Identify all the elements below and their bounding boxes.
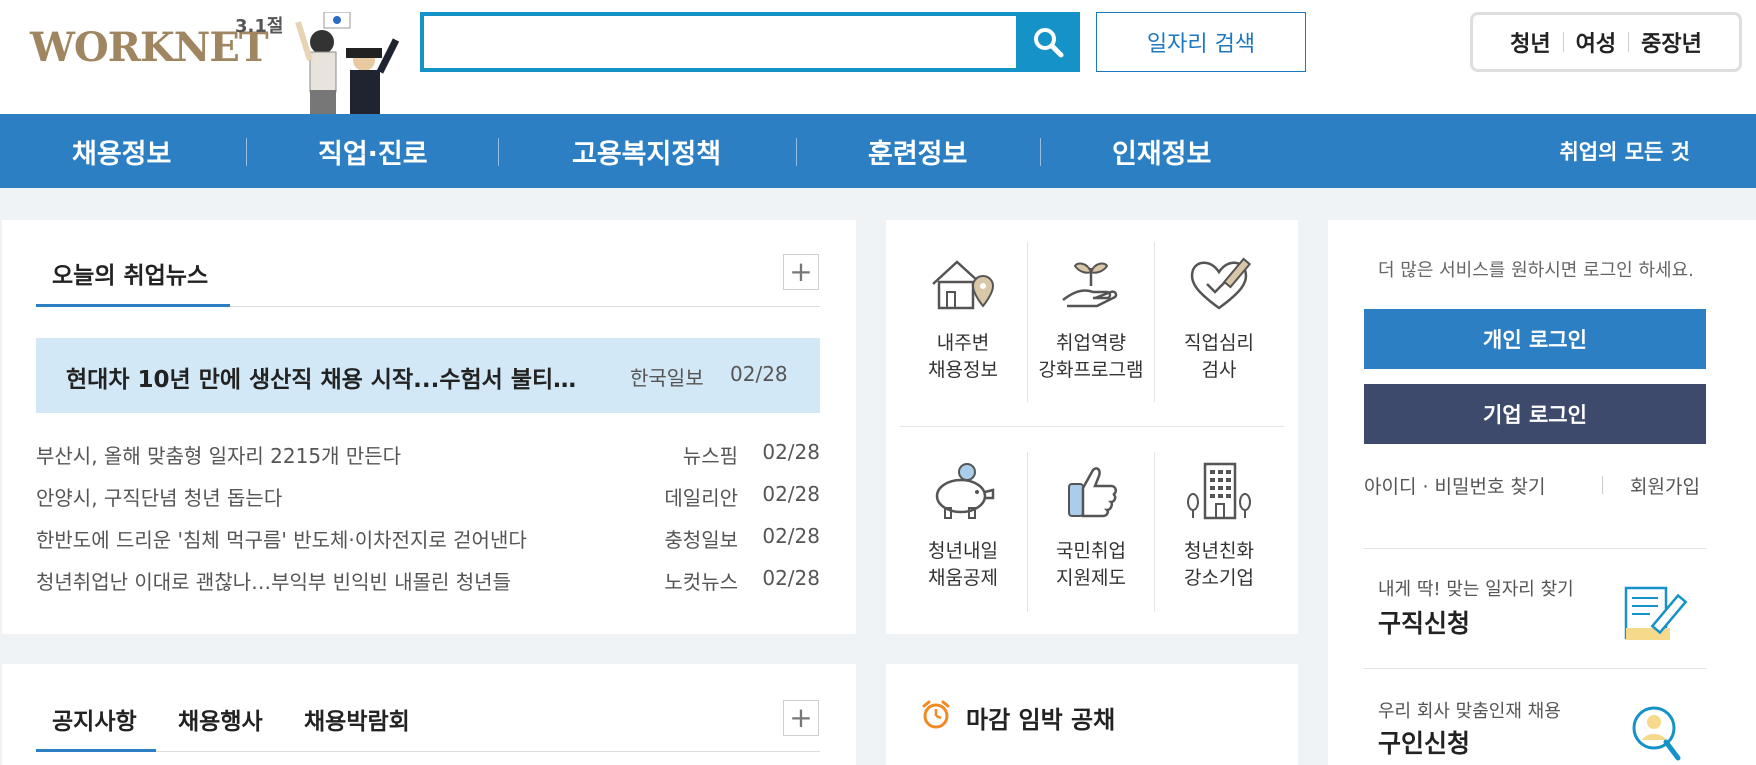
news-item[interactable]: 청년취업난 이대로 괜찮나…부익부 빈익빈 내몰린 청년들 노컷뉴스 02/28 [36, 566, 820, 596]
news-title[interactable]: 오늘의 취업뉴스 [52, 256, 208, 290]
search-icon [1034, 28, 1064, 58]
service-label: 청년내일 [928, 540, 998, 562]
job-seek-title[interactable]: 구직신청 [1378, 604, 1470, 640]
service-label: 검사 [1201, 359, 1237, 381]
job-offer-subtitle: 우리 회사 맞춤인재 채용 [1378, 701, 1561, 722]
divider [900, 426, 1284, 427]
target-group-selector: 청년 여성 중장년 [1470, 12, 1742, 72]
service-label: 강소기업 [1184, 567, 1254, 589]
resume-pen-icon [1624, 586, 1688, 640]
news-item-title: 부산시, 올해 맞춤형 일자리 2215개 만든다 [36, 444, 402, 468]
news-more-button[interactable]: + [783, 254, 819, 290]
nav-item-recruit[interactable]: 채용정보 [72, 114, 171, 188]
news-item-source: 뉴스핌 [682, 444, 738, 468]
news-item-title: 한반도에 드리운 '침체 먹구름' 반도체·이차전지로 걷어낸다 [36, 528, 527, 552]
news-item-source: 노컷뉴스 [664, 570, 738, 594]
login-hint: 더 많은 서비스를 원하시면 로그인 하세요. [1378, 260, 1694, 281]
house-location-icon [932, 260, 995, 310]
piggy-bank-icon [935, 463, 995, 519]
news-item-title: 청년취업난 이대로 괜찮나…부익부 빈익빈 내몰린 청년들 [36, 570, 511, 594]
divider [1364, 668, 1706, 669]
alarm-clock-icon [922, 700, 950, 729]
service-youth-savings[interactable]: 청년내일채움공제 [900, 458, 1026, 592]
search-button[interactable] [1016, 12, 1080, 72]
service-label: 채용정보 [928, 359, 998, 381]
company-login-button[interactable]: 기업 로그인 [1364, 384, 1706, 444]
service-label: 지원제도 [1056, 567, 1126, 589]
nav-all-menu[interactable]: 취업의 모든 것 [1559, 114, 1690, 188]
divider [1602, 476, 1603, 494]
divider [796, 138, 797, 166]
job-search-button[interactable]: 일자리 검색 [1096, 12, 1306, 72]
featured-news-source: 한국일보 [630, 366, 704, 390]
sprout-hand-icon [1062, 262, 1118, 308]
featured-news[interactable]: 현대차 10년 만에 생산직 채용 시작...수험서 불티… 한국일보 02/2… [36, 338, 820, 413]
news-item-date: 02/28 [762, 566, 820, 590]
divider [1040, 138, 1041, 166]
target-youth[interactable]: 청년 [1498, 26, 1562, 58]
notice-more-button[interactable]: + [783, 700, 819, 736]
tab-active-underline [36, 304, 230, 307]
news-item-date: 02/28 [762, 482, 820, 506]
header: WORKNET 3.1절 일자리 검색 청년 여성 중장년 [0, 0, 1756, 114]
thumbs-up-icon [1068, 467, 1117, 518]
nav-item-talent[interactable]: 인재정보 [1112, 114, 1211, 188]
news-item[interactable]: 안양시, 구직단념 청년 돕는다 데일리안 02/28 [36, 482, 820, 512]
building-icon [1187, 462, 1251, 520]
logo-subtitle: 3.1절 [235, 16, 284, 37]
service-youth-friendly-company[interactable]: 청년친화강소기업 [1156, 458, 1282, 592]
news-item[interactable]: 한반도에 드리운 '침체 먹구름' 반도체·이차전지로 걷어낸다 충청일보 02… [36, 524, 820, 554]
heart-pen-icon [1190, 257, 1252, 310]
service-psych-test[interactable]: 직업심리검사 [1156, 250, 1282, 384]
news-item-date: 02/28 [762, 524, 820, 548]
personal-login-button[interactable]: 개인 로그인 [1364, 309, 1706, 369]
divider [1154, 452, 1155, 612]
target-middle-aged[interactable]: 중장년 [1629, 26, 1714, 58]
divider [498, 138, 499, 166]
nav-item-career[interactable]: 직업·진로 [318, 114, 428, 188]
search-input[interactable] [424, 16, 1020, 68]
featured-news-date: 02/28 [730, 362, 788, 386]
worknet-logo[interactable]: WORKNET 3.1절 [30, 12, 430, 114]
search-box [420, 12, 1080, 72]
job-seek-subtitle: 내게 딱! 맞는 일자리 찾기 [1378, 579, 1574, 600]
logo-text: WORKNET [30, 24, 269, 71]
divider [1364, 548, 1706, 549]
target-women[interactable]: 여성 [1564, 26, 1628, 58]
service-label: 청년친화 [1184, 540, 1254, 562]
news-item-source: 데일리안 [664, 486, 738, 510]
independence-figures-icon [295, 12, 400, 114]
service-national-employment[interactable]: 국민취업지원제도 [1028, 458, 1154, 592]
find-id-password-link[interactable]: 아이디 · 비밀번호 찾기 [1364, 472, 1545, 499]
job-offer-title[interactable]: 구인신청 [1378, 724, 1470, 760]
service-competency-program[interactable]: 취업역량강화프로그램 [1028, 250, 1154, 384]
service-label: 직업심리 [1184, 332, 1254, 354]
tab-notice[interactable]: 공지사항 [52, 702, 137, 736]
service-label: 강화프로그램 [1038, 359, 1144, 381]
news-item[interactable]: 부산시, 올해 맞춤형 일자리 2215개 만든다 뉴스핌 02/28 [36, 440, 820, 470]
nav-item-welfare[interactable]: 고용복지정책 [572, 114, 721, 188]
magnifier-person-icon [1632, 706, 1681, 761]
service-label: 내주변 [936, 332, 990, 354]
main-nav: 채용정보 직업·진로 고용복지정책 훈련정보 인재정보 취업의 모든 것 [0, 114, 1756, 188]
service-label: 채움공제 [928, 567, 998, 589]
featured-news-title: 현대차 10년 만에 생산직 채용 시작...수험서 불티… [66, 367, 577, 393]
news-item-source: 충청일보 [664, 528, 738, 552]
tab-active-underline [36, 749, 156, 752]
divider [1154, 242, 1155, 402]
service-label: 국민취업 [1056, 540, 1126, 562]
divider [246, 138, 247, 166]
join-link[interactable]: 회원가입 [1630, 472, 1700, 499]
news-item-date: 02/28 [762, 440, 820, 464]
tab-job-fair[interactable]: 채용박람회 [304, 702, 410, 736]
service-label: 취업역량 [1056, 332, 1126, 354]
deadline-title[interactable]: 마감 임박 공채 [966, 700, 1115, 735]
tab-recruit-event[interactable]: 채용행사 [178, 702, 263, 736]
nav-item-training[interactable]: 훈련정보 [868, 114, 967, 188]
news-item-title: 안양시, 구직단념 청년 돕는다 [36, 486, 283, 510]
service-nearby-jobs[interactable]: 내주변채용정보 [900, 250, 1026, 384]
